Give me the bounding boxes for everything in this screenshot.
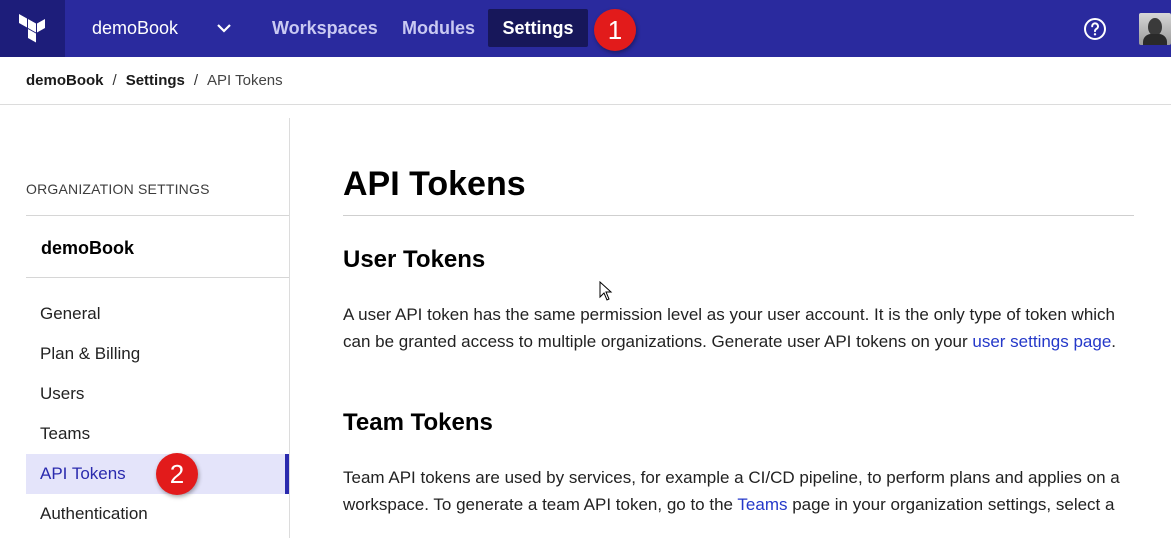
terraform-logo[interactable] [0, 0, 65, 57]
sidebar-heading: ORGANIZATION SETTINGS [26, 181, 210, 197]
sidebar-item-general[interactable]: General [26, 294, 289, 334]
team-tokens-description: Team API tokens are used by services, fo… [343, 468, 1120, 514]
terraform-logo-icon [18, 13, 45, 42]
sidebar-separator [26, 215, 289, 216]
breadcrumb-divider [0, 104, 1171, 105]
page-title: API Tokens [343, 165, 526, 203]
sidebar-item-users[interactable]: Users [26, 374, 289, 414]
breadcrumb-current: API Tokens [207, 72, 283, 89]
mouse-cursor-icon [599, 281, 613, 301]
user-settings-link[interactable]: user settings page [972, 332, 1111, 351]
breadcrumb-org[interactable]: demoBook [26, 72, 104, 89]
teams-link[interactable]: Teams [737, 495, 787, 514]
nav-modules[interactable]: Modules [402, 0, 475, 57]
sidebar-separator [26, 277, 289, 278]
sidebar-item-plan-billing[interactable]: Plan & Billing [26, 334, 289, 374]
title-divider [343, 215, 1134, 216]
section-heading-team-tokens: Team Tokens [343, 409, 493, 436]
breadcrumb-settings[interactable]: Settings [126, 72, 185, 89]
breadcrumb: demoBook / Settings / API Tokens [26, 72, 283, 89]
sidebar-org-name: demoBook [41, 238, 135, 258]
section-heading-user-tokens: User Tokens [343, 246, 486, 273]
help-icon[interactable] [1083, 17, 1107, 41]
nav-workspaces[interactable]: Workspaces [272, 0, 378, 57]
breadcrumb-separator: / [193, 72, 199, 89]
callout-badge-2: 2 [156, 453, 198, 495]
sidebar-divider [289, 118, 290, 538]
user-tokens-description: A user API token has the same permission… [343, 305, 1117, 351]
breadcrumb-separator: / [112, 72, 117, 89]
callout-badge-1: 1 [594, 9, 636, 51]
sidebar-item-teams[interactable]: Teams [26, 414, 289, 454]
org-switcher-name[interactable]: demoBook [92, 0, 178, 57]
nav-settings[interactable]: Settings [488, 9, 588, 47]
user-avatar[interactable] [1139, 13, 1171, 45]
top-nav: demoBook Workspaces Modules Settings 1 [0, 0, 1171, 57]
chevron-down-icon[interactable] [214, 18, 234, 38]
sidebar-item-authentication[interactable]: Authentication [26, 494, 289, 534]
